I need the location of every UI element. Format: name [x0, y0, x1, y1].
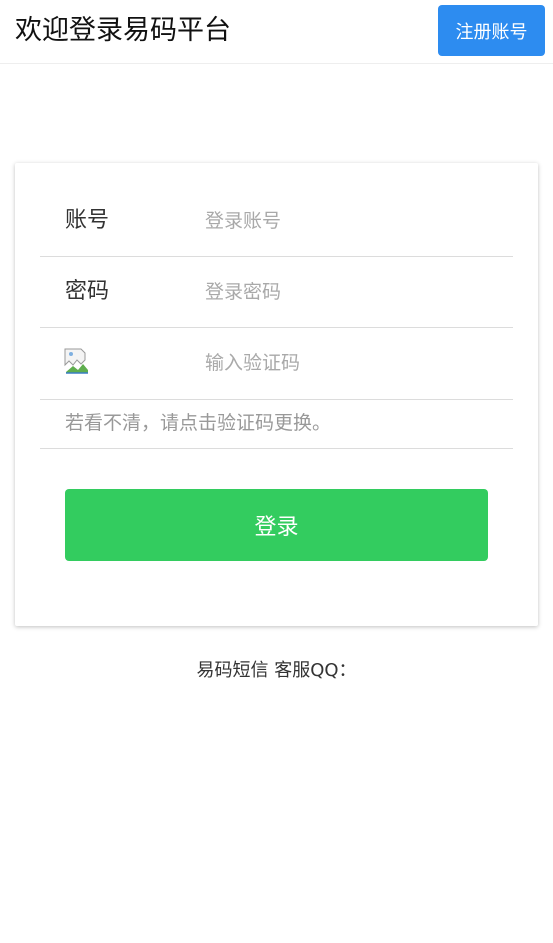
account-label: 账号: [65, 208, 110, 233]
page-title: 欢迎登录易码平台: [15, 15, 231, 46]
login-button[interactable]: 登录: [65, 489, 488, 561]
password-input[interactable]: [205, 275, 495, 309]
captcha-input[interactable]: [205, 346, 495, 380]
top-bar: 欢迎登录易码平台 注册账号: [0, 0, 553, 64]
captcha-row: [40, 328, 513, 400]
broken-image-icon: [64, 348, 88, 374]
captcha-image[interactable]: [64, 348, 90, 374]
footer-contact: 易码短信 客服QQ：: [196, 660, 357, 681]
captcha-hint: 若看不清，请点击验证码更换。: [65, 412, 332, 434]
password-label: 密码: [65, 279, 110, 304]
account-row: 账号: [40, 163, 513, 257]
login-card: 账号 密码 若看不清，请点击验证码更换。 登录: [15, 163, 538, 626]
password-row: 密码: [40, 257, 513, 328]
account-input[interactable]: [205, 204, 495, 238]
captcha-hint-row: 若看不清，请点击验证码更换。: [40, 400, 513, 449]
register-button[interactable]: 注册账号: [438, 5, 545, 56]
